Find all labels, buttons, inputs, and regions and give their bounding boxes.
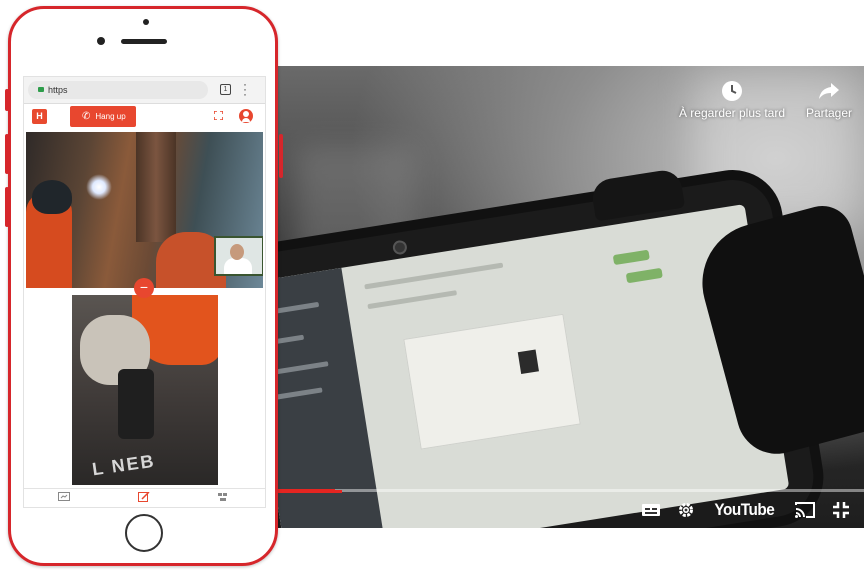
- bottom-nav: [24, 488, 265, 507]
- fullscreen-icon[interactable]: [214, 111, 223, 120]
- captions-icon[interactable]: [641, 502, 661, 518]
- menu-dots-icon[interactable]: · · ·: [243, 78, 247, 100]
- phone-speaker: [121, 39, 167, 44]
- chalk-marking: L NEB: [90, 450, 157, 480]
- welding-flare: [86, 174, 112, 200]
- phone-sensor: [143, 19, 149, 25]
- watch-later-label: À regarder plus tard: [678, 106, 786, 120]
- self-view-thumbnail[interactable]: [214, 236, 263, 276]
- tablet-camera: [391, 239, 408, 256]
- clock-icon: [722, 81, 742, 101]
- url-bar[interactable]: https: [28, 81, 208, 99]
- phone-volume-up: [5, 134, 9, 174]
- watch-later-button[interactable]: À regarder plus tard: [672, 80, 792, 120]
- phone-volume-down: [5, 187, 9, 227]
- share-arrow-icon: [819, 83, 839, 99]
- phone-camera: [97, 37, 105, 45]
- browser-toolbar: https 1 · · ·: [24, 77, 265, 104]
- minus-icon[interactable]: −: [134, 278, 154, 298]
- phone-home-button[interactable]: [125, 514, 163, 552]
- cast-icon[interactable]: [794, 501, 816, 519]
- hang-up-label: Hang up: [95, 112, 126, 121]
- phone-power-button: [279, 134, 283, 178]
- local-video-feed: L NEB: [72, 295, 218, 485]
- youtube-logo[interactable]: YouTube: [715, 500, 775, 520]
- annotate-icon[interactable]: [138, 492, 150, 502]
- parts-icon[interactable]: [218, 492, 230, 502]
- phone-side-button: [5, 89, 9, 111]
- remote-video-feed: [26, 132, 263, 288]
- phone-icon: ✆: [82, 111, 91, 122]
- player-controls: YouTube: [641, 498, 850, 522]
- lock-icon: [38, 87, 44, 92]
- phone-screen: https 1 · · · H ✆ Hang up − L NEB: [23, 76, 266, 508]
- user-icon[interactable]: [239, 109, 253, 123]
- share-label: Partager: [805, 106, 853, 120]
- progress-bar[interactable]: [276, 489, 864, 492]
- tabs-icon[interactable]: 1: [220, 84, 231, 95]
- share-button[interactable]: Partager: [794, 80, 864, 120]
- app-header: H ✆ Hang up: [24, 106, 265, 128]
- screen-icon[interactable]: [58, 492, 70, 502]
- hang-up-button[interactable]: ✆ Hang up: [70, 106, 136, 127]
- settings-gear-icon[interactable]: [677, 501, 695, 519]
- exit-fullscreen-icon[interactable]: [832, 501, 850, 519]
- phone-frame: https 1 · · · H ✆ Hang up − L NEB: [5, 6, 283, 566]
- video-player[interactable]: À regarder plus tard Partager YouTube: [276, 66, 864, 528]
- url-text: https: [48, 85, 68, 95]
- app-logo: H: [32, 109, 47, 124]
